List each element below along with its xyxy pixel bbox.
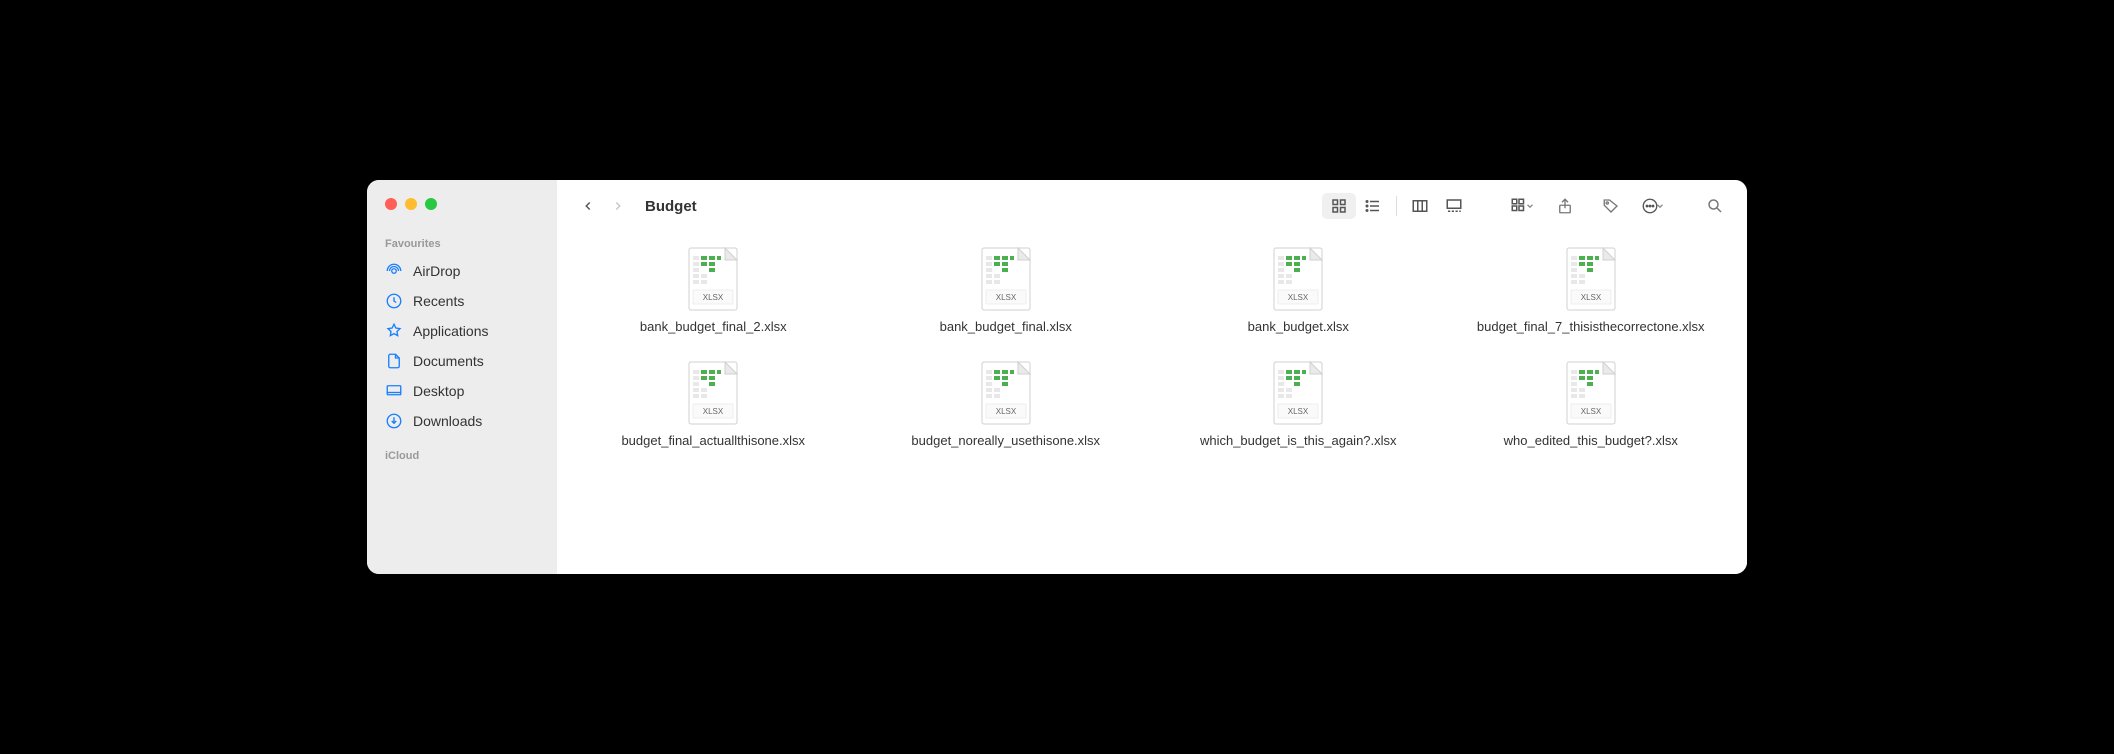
sidebar-item-desktop[interactable]: Desktop bbox=[367, 376, 557, 406]
recents-icon bbox=[385, 292, 403, 310]
xlsx-file-icon bbox=[976, 246, 1036, 312]
file-name: which_budget_is_this_again?.xlsx bbox=[1200, 432, 1397, 450]
view-mode-group bbox=[1320, 191, 1473, 221]
finder-window: Favourites AirDrop Recents Applications … bbox=[367, 180, 1747, 574]
file-name: bank_budget_final_2.xlsx bbox=[640, 318, 787, 336]
file-name: who_edited_this_budget?.xlsx bbox=[1504, 432, 1678, 450]
sidebar-item-documents[interactable]: Documents bbox=[367, 346, 557, 376]
fullscreen-window-button[interactable] bbox=[425, 198, 437, 210]
tags-button[interactable] bbox=[1595, 192, 1627, 220]
file-item[interactable]: budget_final_actuallthisone.xlsx bbox=[567, 360, 860, 450]
share-button[interactable] bbox=[1549, 192, 1581, 220]
file-item[interactable]: bank_budget_final.xlsx bbox=[860, 246, 1153, 336]
xlsx-file-icon bbox=[683, 246, 743, 312]
xlsx-file-icon bbox=[1268, 246, 1328, 312]
file-name: budget_final_actuallthisone.xlsx bbox=[621, 432, 805, 450]
sidebar-item-label: Desktop bbox=[413, 383, 464, 399]
file-item[interactable]: budget_final_7_thisisthecorrectone.xlsx bbox=[1445, 246, 1738, 336]
applications-icon bbox=[385, 322, 403, 340]
search-button[interactable] bbox=[1699, 192, 1731, 220]
desktop-icon bbox=[385, 382, 403, 400]
downloads-icon bbox=[385, 412, 403, 430]
sidebar-item-label: Downloads bbox=[413, 413, 482, 429]
sidebar-item-applications[interactable]: Applications bbox=[367, 316, 557, 346]
sidebar: Favourites AirDrop Recents Applications … bbox=[367, 180, 557, 574]
folder-title: Budget bbox=[645, 198, 697, 215]
airdrop-icon bbox=[385, 262, 403, 280]
sidebar-section-icloud: iCloud bbox=[367, 446, 557, 468]
window-controls bbox=[367, 198, 557, 234]
sidebar-item-label: AirDrop bbox=[413, 263, 460, 279]
file-grid-container: bank_budget_final_2.xlsx bank_budget_fin… bbox=[557, 232, 1747, 574]
file-item[interactable]: bank_budget.xlsx bbox=[1152, 246, 1445, 336]
xlsx-file-icon bbox=[683, 360, 743, 426]
file-item[interactable]: budget_noreally_usethisone.xlsx bbox=[860, 360, 1153, 450]
file-item[interactable]: who_edited_this_budget?.xlsx bbox=[1445, 360, 1738, 450]
xlsx-file-icon bbox=[1268, 360, 1328, 426]
main-pane: Budget bbox=[557, 180, 1747, 574]
file-item[interactable]: which_budget_is_this_again?.xlsx bbox=[1152, 360, 1445, 450]
list-view-button[interactable] bbox=[1356, 193, 1390, 219]
column-view-button[interactable] bbox=[1403, 193, 1437, 219]
toolbar-separator bbox=[1396, 196, 1397, 216]
file-name: bank_budget_final.xlsx bbox=[940, 318, 1072, 336]
sidebar-item-airdrop[interactable]: AirDrop bbox=[367, 256, 557, 286]
sidebar-item-label: Documents bbox=[413, 353, 484, 369]
sidebar-item-recents[interactable]: Recents bbox=[367, 286, 557, 316]
sidebar-section-favourites: Favourites bbox=[367, 234, 557, 256]
group-by-button[interactable] bbox=[1509, 197, 1535, 215]
chevron-down-icon bbox=[1525, 201, 1535, 211]
back-button[interactable] bbox=[573, 192, 603, 220]
file-name: budget_noreally_usethisone.xlsx bbox=[911, 432, 1100, 450]
xlsx-file-icon bbox=[976, 360, 1036, 426]
file-item[interactable]: bank_budget_final_2.xlsx bbox=[567, 246, 860, 336]
xlsx-file-icon bbox=[1561, 246, 1621, 312]
xlsx-file-icon bbox=[1561, 360, 1621, 426]
minimize-window-button[interactable] bbox=[405, 198, 417, 210]
more-actions-button[interactable] bbox=[1641, 197, 1665, 215]
chevron-down-icon bbox=[1655, 201, 1665, 211]
close-window-button[interactable] bbox=[385, 198, 397, 210]
forward-button[interactable] bbox=[603, 192, 633, 220]
sidebar-item-label: Applications bbox=[413, 323, 489, 339]
file-grid: bank_budget_final_2.xlsx bank_budget_fin… bbox=[567, 246, 1737, 449]
toolbar: Budget bbox=[557, 180, 1747, 232]
sidebar-item-downloads[interactable]: Downloads bbox=[367, 406, 557, 436]
icon-view-button[interactable] bbox=[1322, 193, 1356, 219]
file-name: bank_budget.xlsx bbox=[1248, 318, 1349, 336]
gallery-view-button[interactable] bbox=[1437, 193, 1471, 219]
file-name: budget_final_7_thisisthecorrectone.xlsx bbox=[1477, 318, 1705, 336]
documents-icon bbox=[385, 352, 403, 370]
sidebar-item-label: Recents bbox=[413, 293, 464, 309]
